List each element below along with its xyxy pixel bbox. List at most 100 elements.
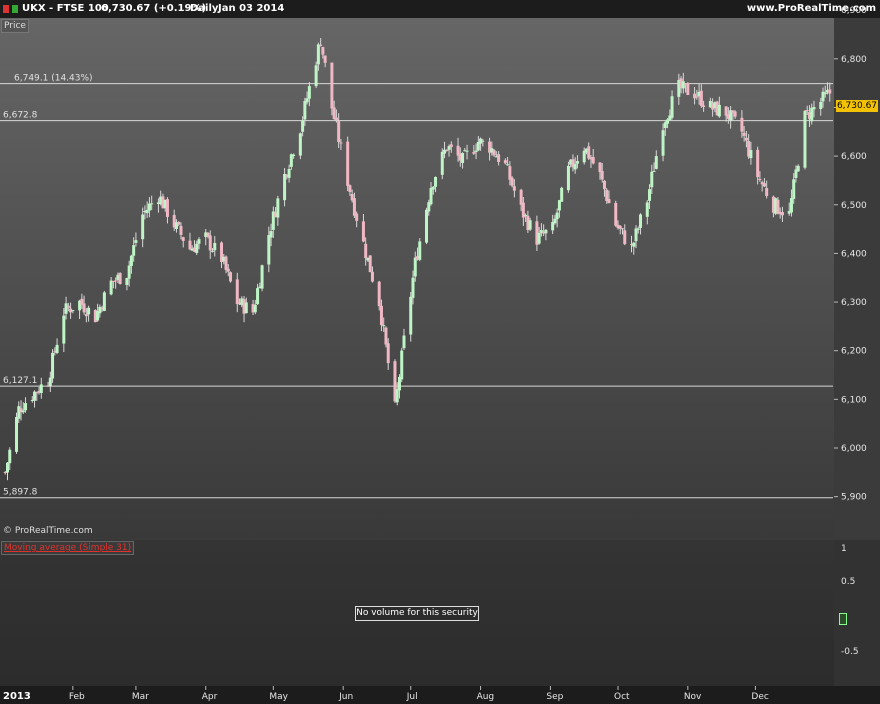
candle-body — [693, 93, 697, 99]
candle-body — [197, 239, 201, 244]
candle-body — [634, 228, 638, 242]
candle-body — [681, 81, 685, 89]
candle-body — [512, 186, 516, 191]
price-tick-label: 6,300 — [841, 298, 867, 308]
candle-body — [334, 117, 338, 121]
price-tick-label: 6,200 — [841, 347, 867, 357]
candle-body — [400, 350, 404, 380]
candle-body — [510, 177, 514, 186]
candle-body — [717, 104, 721, 117]
candle-body — [87, 307, 91, 315]
candle-body — [445, 149, 449, 151]
candle-body — [465, 150, 469, 152]
candle-body — [298, 133, 302, 156]
indicator-value-marker — [839, 613, 847, 625]
candle-body — [449, 144, 453, 148]
candle-body — [384, 327, 388, 345]
time-label: Nov — [684, 692, 702, 702]
indicator-label[interactable]: Moving average (Simple 31) — [1, 541, 135, 555]
candle-body — [796, 165, 800, 172]
candle-body — [654, 156, 658, 169]
price-tick-label: 6,100 — [841, 395, 867, 405]
candle-body — [235, 279, 239, 305]
candle-body — [319, 44, 323, 46]
candle-body — [370, 271, 374, 282]
candle-body — [544, 229, 548, 234]
candle-body — [64, 303, 68, 314]
candle-body — [6, 462, 10, 473]
candle-body — [289, 154, 293, 167]
candle-body — [528, 220, 532, 230]
candle-body — [368, 255, 372, 273]
candle-body — [165, 199, 169, 217]
candle-body — [803, 110, 807, 168]
candle-body — [102, 292, 106, 312]
candle-body — [636, 228, 640, 230]
candle-body — [303, 100, 307, 120]
candle-body — [537, 232, 541, 244]
price-tick-label: 6,600 — [841, 152, 867, 162]
candle-body — [551, 222, 555, 231]
candle-body — [292, 154, 296, 156]
candle-body — [364, 243, 368, 259]
candle-body — [188, 240, 192, 250]
candle-body — [125, 278, 129, 285]
no-volume-message: No volume for this security — [355, 606, 479, 621]
candle-body — [127, 265, 131, 279]
candle-body — [598, 162, 602, 173]
candle-body — [346, 141, 350, 186]
price-pane-label[interactable]: Price — [1, 19, 29, 33]
candle-body — [229, 272, 233, 282]
candle-body — [566, 165, 570, 191]
candle-body — [24, 403, 28, 411]
candle-body — [481, 140, 485, 142]
price-tick-label: 5,900 — [841, 493, 867, 503]
candle-body — [132, 245, 136, 256]
candle-body — [8, 449, 12, 464]
candle-body — [301, 120, 305, 132]
price-tick-label: 6,500 — [841, 201, 867, 211]
candle-body — [506, 164, 510, 166]
candle-body — [379, 305, 383, 326]
candle-body — [792, 179, 796, 199]
level-label: 6,749.1 (14.43%) — [14, 74, 93, 84]
candle-body — [573, 163, 577, 170]
candle-body — [742, 132, 746, 136]
candle-body — [429, 187, 433, 205]
candle-body — [620, 228, 624, 230]
candle-body — [411, 277, 415, 298]
candle-body — [560, 187, 564, 202]
candle-body — [21, 410, 25, 413]
candle-body — [226, 268, 230, 272]
candle-body — [587, 146, 591, 159]
candle-body — [409, 296, 413, 335]
candle-body — [492, 150, 496, 156]
time-label: May — [269, 692, 288, 702]
candle-body — [269, 231, 273, 238]
time-label: Jul — [406, 692, 418, 702]
candle-body — [431, 186, 435, 190]
candle-body — [623, 230, 627, 245]
candle-body — [62, 315, 66, 344]
candle-body — [632, 242, 636, 247]
candle-body — [395, 389, 399, 403]
price-chart: 5,900 6,000 6,100 6,200 6,300 6,400 6,500 6,600… — [0, 6, 867, 702]
candle-body — [819, 101, 823, 109]
candle-body — [828, 89, 832, 94]
time-label: Sep — [546, 692, 563, 702]
candle-body — [686, 83, 690, 95]
candle-body — [699, 90, 703, 106]
candle-body — [276, 198, 280, 218]
candle-body — [134, 240, 138, 243]
candle-body — [348, 185, 352, 193]
candle-body — [670, 96, 674, 118]
indicator-tick-label: -0.5 — [841, 647, 859, 657]
candle-body — [283, 173, 287, 201]
candle-body — [733, 111, 737, 117]
candle-body — [645, 202, 649, 217]
indicator-tick-label: 0.5 — [841, 577, 855, 587]
candle-body — [377, 281, 381, 307]
candle-body — [260, 265, 264, 289]
candle-body — [314, 65, 318, 87]
time-label: Aug — [477, 692, 495, 702]
